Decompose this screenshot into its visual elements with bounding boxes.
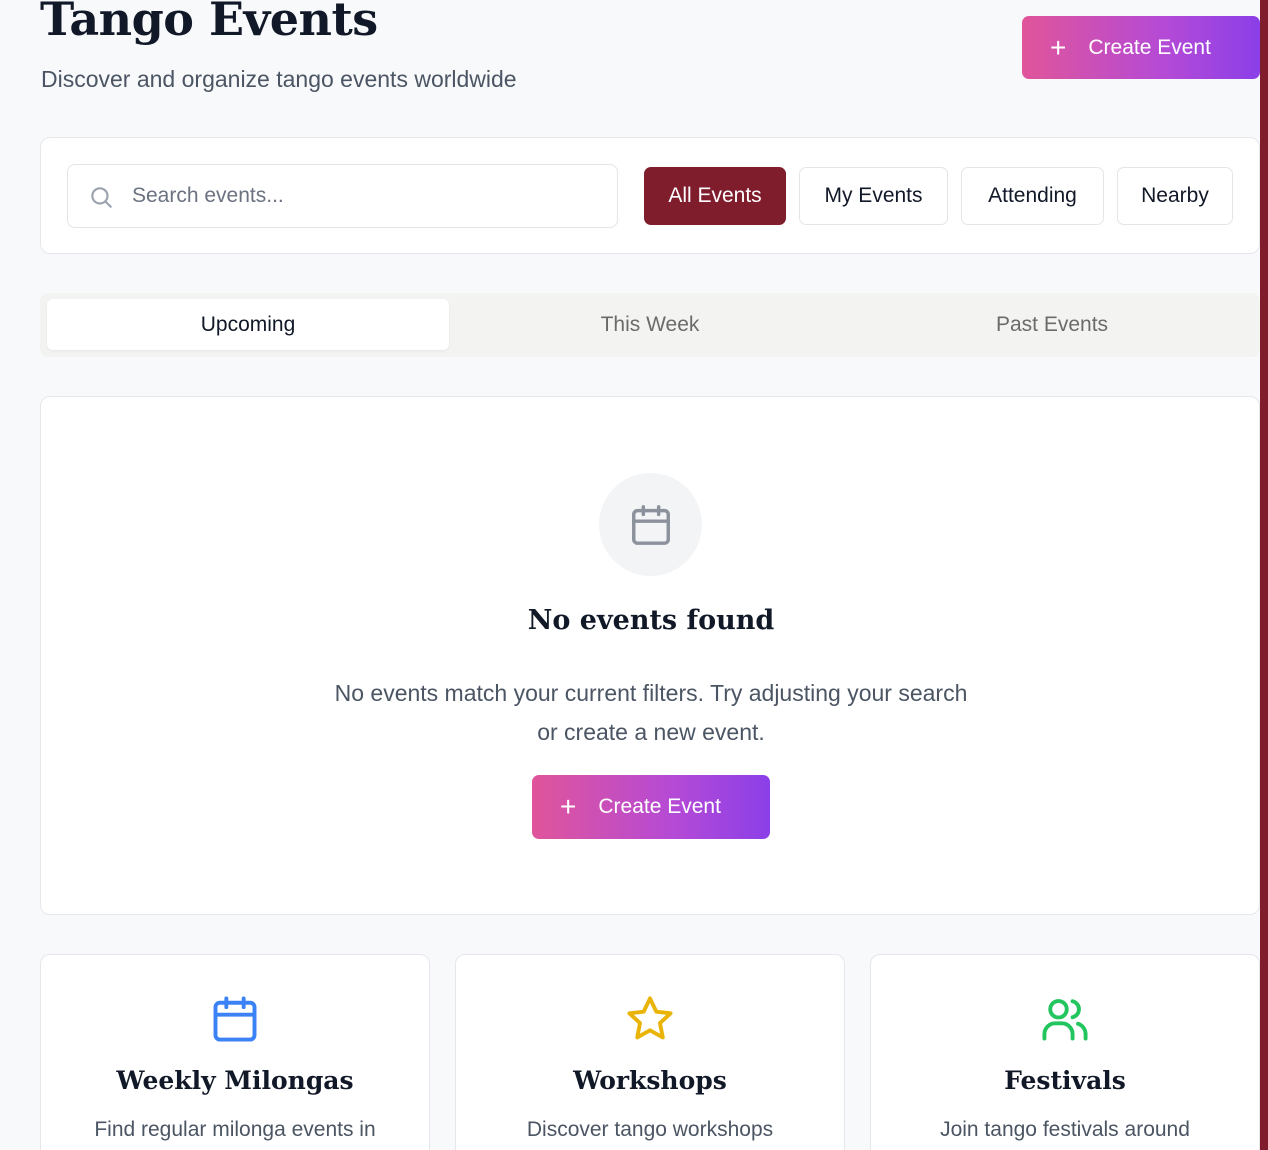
- filter-bar: All Events My Events Attending Nearby: [40, 137, 1260, 254]
- feature-description: Join tango festivals around: [940, 1118, 1190, 1141]
- feature-title: Festivals: [1004, 1066, 1126, 1095]
- feature-card-weekly-milongas: Weekly Milongas Find regular milonga eve…: [40, 954, 430, 1150]
- page-title: Tango Events: [40, 0, 378, 46]
- tab-past-events[interactable]: Past Events: [851, 299, 1253, 350]
- empty-state-title: No events found: [527, 605, 775, 636]
- tab-upcoming[interactable]: Upcoming: [47, 299, 449, 350]
- feature-description: Find regular milonga events in: [94, 1118, 376, 1141]
- page-subtitle: Discover and organize tango events world…: [41, 66, 517, 92]
- tab-this-week[interactable]: This Week: [449, 299, 851, 350]
- calendar-icon: [631, 504, 670, 545]
- create-event-button[interactable]: + Create Event: [1022, 16, 1260, 79]
- filter-attending[interactable]: Attending: [961, 167, 1104, 225]
- plus-icon: +: [560, 791, 577, 822]
- filter-my-events[interactable]: My Events: [799, 167, 948, 225]
- calendar-icon: [213, 996, 257, 1042]
- search-input[interactable]: [132, 165, 602, 227]
- event-tabs: Upcoming This Week Past Events: [40, 293, 1260, 357]
- empty-state-description: No events match your current filters. Tr…: [334, 680, 968, 745]
- feature-card-festivals: Festivals Join tango festivals around: [870, 954, 1260, 1150]
- create-event-label: Create Event: [598, 795, 721, 818]
- star-icon: [627, 996, 673, 1040]
- feature-title: Workshops: [573, 1066, 727, 1095]
- filter-all-events[interactable]: All Events: [644, 167, 786, 225]
- empty-create-event-button[interactable]: + Create Event: [532, 775, 770, 839]
- plus-icon: +: [1050, 31, 1067, 63]
- page: Tango Events Discover and organize tango…: [0, 0, 1268, 1150]
- empty-state: No events found No events match your cur…: [40, 396, 1260, 915]
- users-icon: [1042, 999, 1088, 1041]
- feature-description: Discover tango workshops: [526, 1118, 774, 1141]
- feature-card-workshops: Workshops Discover tango workshops: [455, 954, 845, 1150]
- filter-nearby[interactable]: Nearby: [1117, 167, 1233, 225]
- create-event-label: Create Event: [1088, 35, 1211, 59]
- search-box: [67, 164, 618, 228]
- empty-state-icon-circle: [599, 473, 702, 576]
- search-icon: [91, 187, 112, 208]
- scroll-edge-bar: [1260, 0, 1268, 1150]
- feature-title: Weekly Milongas: [116, 1066, 354, 1095]
